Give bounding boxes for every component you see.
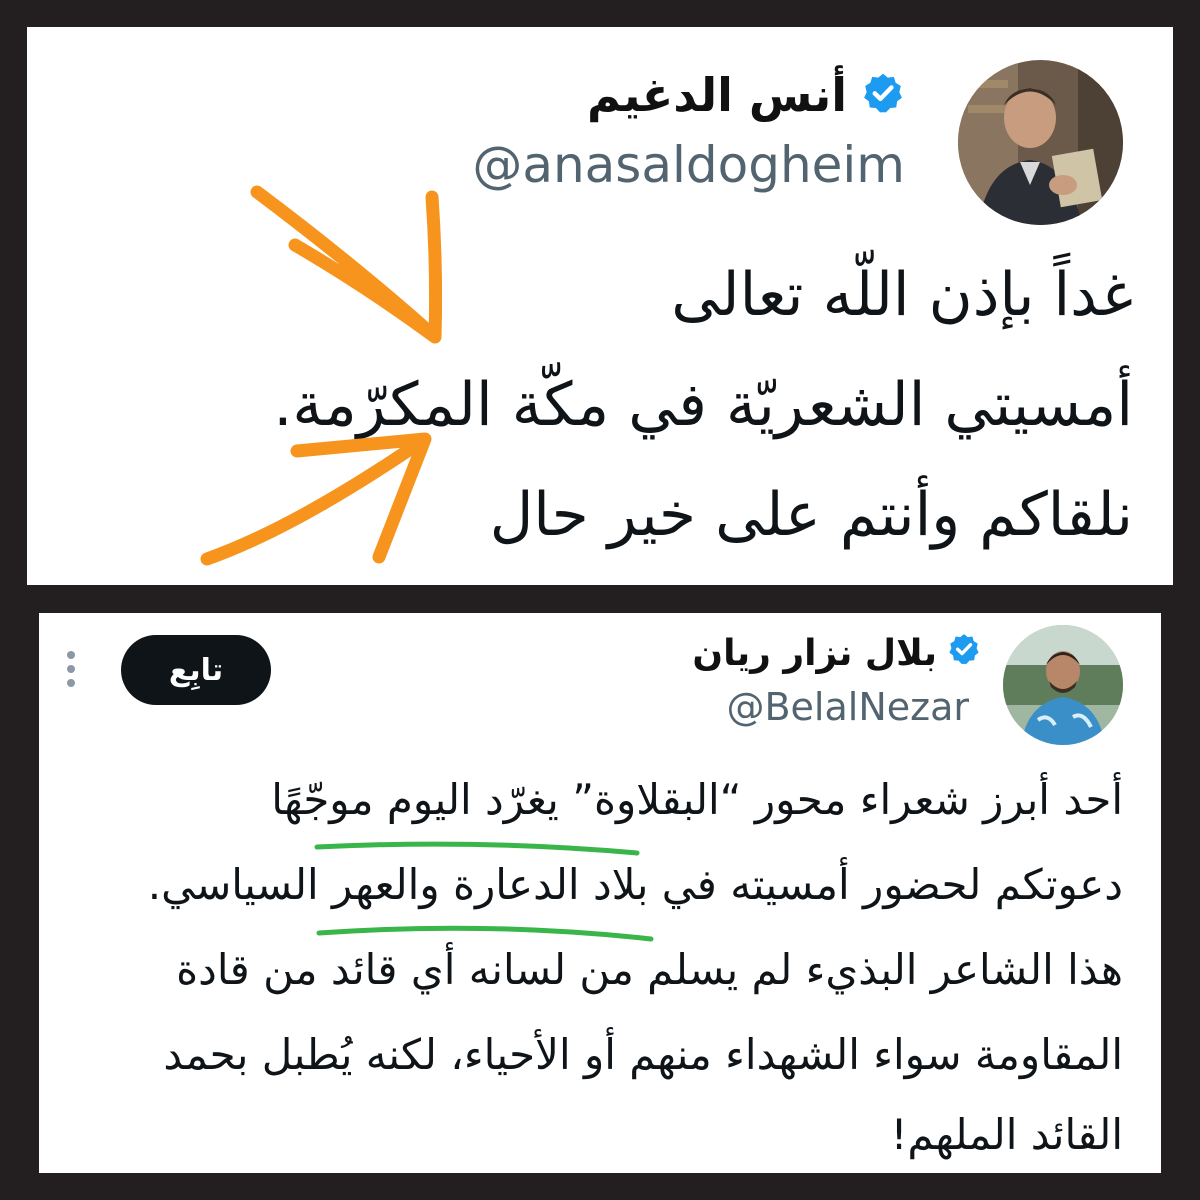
tweet-card-belal: بلال نزار ريان @BelalNezar تابِع أحد أبر… xyxy=(39,613,1161,1173)
hand-drawn-arrows xyxy=(200,185,443,566)
underline-mark xyxy=(314,841,640,856)
tweet-card-anas: أنس الدغيم @anasaldogheim غداً بإذن اللّ… xyxy=(27,27,1173,585)
arrow-up-icon xyxy=(200,432,432,566)
hand-drawn-underlines xyxy=(314,841,654,942)
underline-mark xyxy=(316,925,654,942)
arrow-down-icon xyxy=(250,185,443,344)
